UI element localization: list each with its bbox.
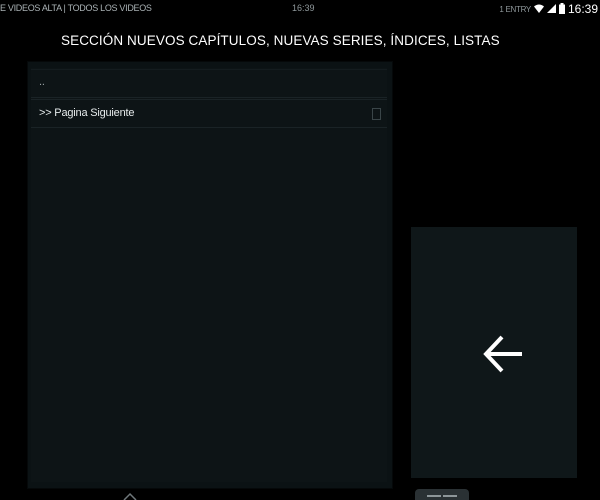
file-list-panel: .. >> Pagina Siguiente — [28, 62, 392, 488]
status-bar: E VIDEOS ALTA | TODOS LOS VIDEOS 16:39 1… — [0, 0, 600, 18]
item-checkbox[interactable] — [372, 108, 381, 120]
list-item-label: .. — [39, 76, 45, 88]
media-center-screen: E VIDEOS ALTA | TODOS LOS VIDEOS 16:39 1… — [0, 0, 600, 500]
back-button[interactable] — [411, 227, 577, 478]
wifi-icon — [533, 4, 544, 15]
status-ghost-right: 1 ENTRY — [499, 4, 531, 14]
options-bar-icon — [443, 495, 457, 497]
list-item-parent-folder[interactable]: .. — [31, 69, 387, 98]
status-right-group: 1 ENTRY 16:39 — [499, 1, 598, 17]
file-list: .. >> Pagina Siguiente — [31, 68, 387, 482]
list-item-label: >> Pagina Siguiente — [39, 107, 135, 119]
battery-icon — [558, 2, 565, 16]
back-arrow-icon — [483, 335, 522, 373]
bottom-toolbar-icon[interactable] — [121, 491, 139, 500]
list-item-next-page[interactable]: >> Pagina Siguiente — [31, 99, 387, 128]
status-center-time: 16:39 — [292, 3, 315, 13]
signal-icon — [546, 3, 556, 15]
options-bar-icon — [427, 495, 441, 497]
status-ghost-text: E VIDEOS ALTA | TODOS LOS VIDEOS — [0, 3, 152, 13]
status-clock: 16:39 — [567, 2, 598, 16]
page-title: SECCIÓN NUEVOS CAPÍTULOS, NUEVAS SERIES,… — [61, 33, 500, 48]
bottom-options-button[interactable] — [415, 489, 469, 500]
